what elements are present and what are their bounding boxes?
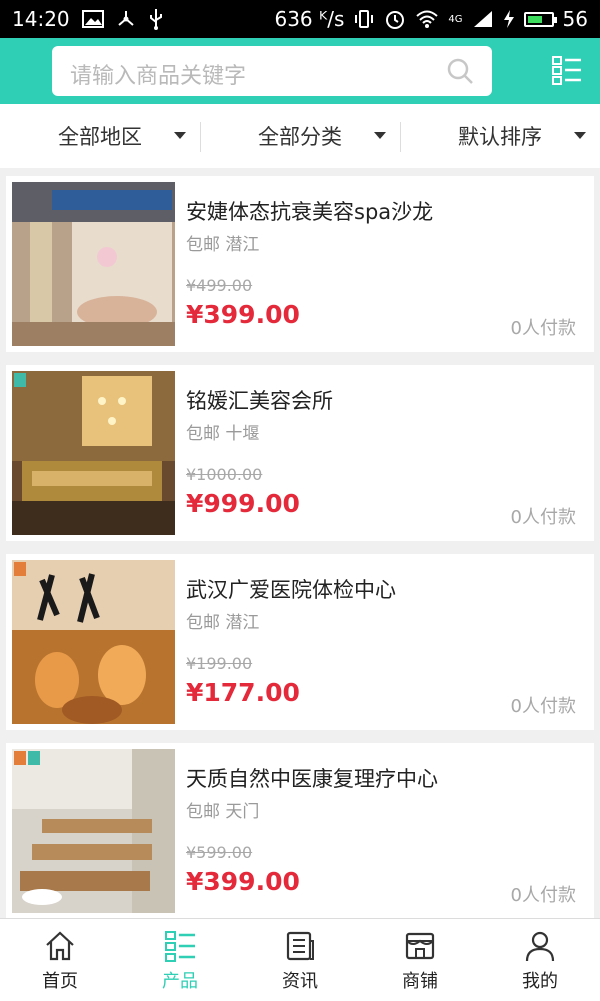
paid-count: 0人付款 xyxy=(510,696,576,717)
battery-level: 56 xyxy=(562,7,588,31)
product-image xyxy=(12,749,175,913)
filter-bar: 全部地区 全部分类 默认排序 xyxy=(0,104,600,168)
signal-icon xyxy=(473,11,492,27)
product-city: 潜江 xyxy=(225,613,260,633)
product-card[interactable]: 武汉广爱医院体检中心 包邮 潜江 ¥199.00 ¥177.00 0人付款 xyxy=(6,554,594,730)
product-card[interactable]: 安婕体态抗衰美容spa沙龙 包邮 潜江 ¥499.00 ¥399.00 0人付款 xyxy=(6,176,594,352)
original-price: ¥199.00 xyxy=(186,654,253,673)
product-image xyxy=(12,371,175,535)
paid-count: 0人付款 xyxy=(510,885,576,906)
tab-label: 我的 xyxy=(522,971,558,992)
product-city: 天门 xyxy=(225,802,260,822)
sale-price: ¥399.00 xyxy=(186,300,300,329)
caret-down-icon xyxy=(374,132,386,139)
original-price: ¥599.00 xyxy=(186,843,253,862)
tab-label: 资讯 xyxy=(282,971,318,992)
battery-icon xyxy=(523,11,557,27)
caret-down-icon xyxy=(174,132,186,139)
product-city: 潜江 xyxy=(225,235,260,255)
caret-down-icon xyxy=(574,132,586,139)
tab-label: 首页 xyxy=(42,971,78,992)
sale-price: ¥399.00 xyxy=(186,867,300,896)
paid-count: 0人付款 xyxy=(510,507,576,528)
tab-label: 商铺 xyxy=(402,971,438,992)
search-placeholder: 请输入商品关键字 xyxy=(70,64,247,89)
paid-count: 0人付款 xyxy=(510,318,576,339)
share-icon xyxy=(117,11,134,26)
bottom-tab-bar: 首页 产品 资讯 商铺 我的 xyxy=(0,918,600,1001)
search-input[interactable]: 请输入商品关键字 xyxy=(52,46,492,96)
product-card[interactable]: 铭媛汇美容会所 包邮 十堰 ¥1000.00 ¥999.00 0人付款 xyxy=(6,365,594,541)
home-icon xyxy=(46,931,74,961)
product-title: 铭媛汇美容会所 xyxy=(186,389,333,413)
alarm-icon xyxy=(386,11,405,29)
filter-category[interactable]: 全部分类 xyxy=(200,104,400,168)
header-bar: 请输入商品关键字 xyxy=(0,38,600,104)
vibrate-icon xyxy=(355,10,374,28)
product-city: 十堰 xyxy=(225,424,260,444)
product-meta: 包邮 潜江 xyxy=(186,608,259,633)
user-icon xyxy=(525,931,555,962)
tab-news[interactable]: 资讯 xyxy=(240,919,360,1001)
category-menu-icon[interactable] xyxy=(551,54,583,86)
status-bar: 14:20 636 ᴷ/s 4G 56 xyxy=(0,0,600,38)
product-meta: 包邮 潜江 xyxy=(186,230,259,255)
filter-label: 全部地区 xyxy=(58,125,142,149)
usb-icon xyxy=(149,9,162,30)
tab-profile[interactable]: 我的 xyxy=(480,919,600,1001)
tab-home[interactable]: 首页 xyxy=(0,919,120,1001)
store-icon xyxy=(405,932,435,960)
sale-price: ¥999.00 xyxy=(186,489,300,518)
list-icon xyxy=(165,931,195,962)
wifi-icon xyxy=(416,10,439,28)
shipping-label: 包邮 xyxy=(186,613,220,633)
filter-label: 默认排序 xyxy=(458,125,542,149)
product-image xyxy=(12,560,175,724)
network-type: 4G xyxy=(448,13,463,25)
product-title: 安婕体态抗衰美容spa沙龙 xyxy=(186,200,434,224)
shipping-label: 包邮 xyxy=(186,802,220,822)
product-meta: 包邮 十堰 xyxy=(186,419,259,444)
charging-icon xyxy=(503,10,514,28)
product-image xyxy=(12,182,175,346)
shipping-label: 包邮 xyxy=(186,424,220,444)
filter-label: 全部分类 xyxy=(258,125,342,149)
news-icon xyxy=(286,931,314,961)
product-title: 武汉广爱医院体检中心 xyxy=(186,578,396,602)
search-icon[interactable] xyxy=(446,57,474,85)
sale-price: ¥177.00 xyxy=(186,678,300,707)
image-icon xyxy=(81,10,104,28)
shipping-label: 包邮 xyxy=(186,235,220,255)
tab-products[interactable]: 产品 xyxy=(120,919,240,1001)
product-card[interactable]: 天质自然中医康复理疗中心 包邮 天门 ¥599.00 ¥399.00 0人付款 xyxy=(6,743,594,919)
filter-region[interactable]: 全部地区 xyxy=(0,104,200,168)
product-meta: 包邮 天门 xyxy=(186,797,259,822)
original-price: ¥1000.00 xyxy=(186,465,263,484)
tab-store[interactable]: 商铺 xyxy=(360,919,480,1001)
filter-sort[interactable]: 默认排序 xyxy=(400,104,600,168)
product-title: 天质自然中医康复理疗中心 xyxy=(186,767,438,791)
network-speed: 636 ᴷ/s xyxy=(274,7,345,31)
original-price: ¥499.00 xyxy=(186,276,253,295)
status-time: 14:20 xyxy=(12,7,70,31)
tab-label: 产品 xyxy=(162,971,198,992)
